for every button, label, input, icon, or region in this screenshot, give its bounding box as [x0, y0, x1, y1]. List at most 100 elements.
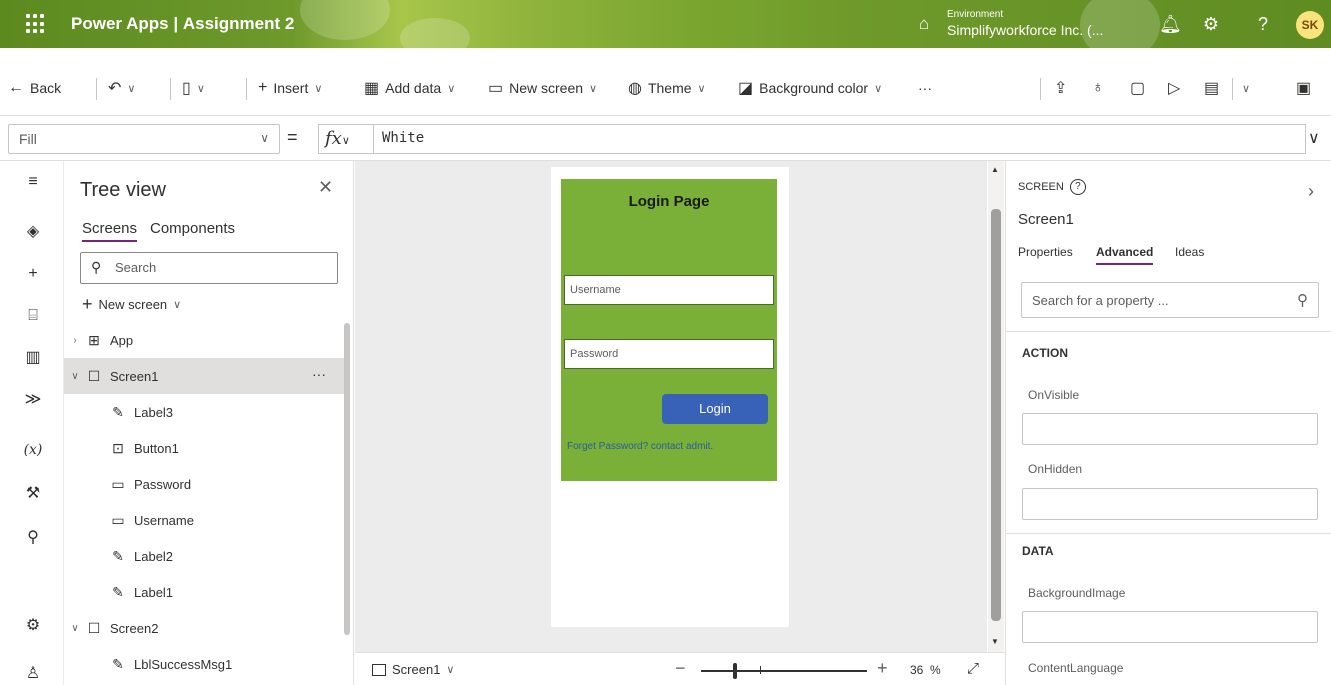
advanced-tools-icon[interactable]: ⚒ — [22, 483, 44, 505]
onhidden-input[interactable] — [1022, 488, 1318, 520]
background-color-button[interactable]: ◪ Background color ∨ — [738, 78, 882, 98]
login-title-label[interactable]: Login Page — [561, 193, 777, 210]
divider — [1040, 78, 1041, 100]
database-icon: ▦ — [364, 80, 380, 97]
tree-item-password[interactable]: ▭ Password — [64, 466, 346, 502]
waffle-icon[interactable] — [26, 14, 46, 34]
app-title: Power Apps | Assignment 2 — [71, 14, 295, 33]
tree-item-screen1[interactable]: ∨ ☐ Screen1 ··· — [64, 358, 346, 394]
environment-icon[interactable]: ⌂ — [914, 14, 934, 34]
search-icon[interactable]: ⚲ — [22, 527, 44, 549]
app-checker-icon[interactable]: ♁ — [1092, 78, 1104, 98]
tree-item-label3[interactable]: ✎ Label3 — [64, 394, 346, 430]
expand-formula-icon[interactable]: ∨ — [1308, 128, 1320, 148]
scroll-down-icon[interactable]: ▼ — [991, 637, 999, 646]
tab-ideas[interactable]: Ideas — [1175, 245, 1204, 259]
onvisible-input[interactable] — [1022, 413, 1318, 445]
formula-bar: Fill ∨ = fx∨ White ∨ — [0, 116, 1331, 161]
preview-play-icon[interactable]: ▷ — [1168, 78, 1180, 98]
tree-item-username[interactable]: ▭ Username — [64, 502, 346, 538]
fx-button[interactable]: fx∨ — [318, 124, 374, 154]
close-icon[interactable]: ✕ — [318, 177, 333, 198]
virtual-agent-icon[interactable]: ♙ — [22, 663, 44, 685]
status-bar: Screen1 ∨ − + 36 % ⤢ — [355, 652, 1005, 685]
login-button[interactable]: Login — [662, 394, 768, 424]
divider — [1232, 78, 1233, 100]
design-canvas[interactable]: Login Page Username Password Login Forge… — [355, 161, 987, 652]
save-options-chevron-icon[interactable]: ∨ — [1242, 78, 1250, 98]
bell-icon[interactable]: 🔔︎ — [1159, 13, 1182, 35]
section-action: ACTION — [1022, 346, 1068, 360]
tab-properties[interactable]: Properties — [1018, 245, 1073, 259]
scroll-thumb[interactable] — [991, 209, 1001, 621]
zoom-out-button[interactable]: − — [675, 658, 686, 679]
formula-input[interactable]: White — [374, 124, 1306, 154]
property-search-input[interactable]: Search for a property ... ⚲ — [1021, 282, 1319, 318]
chevron-down-icon: ∨ — [874, 82, 883, 95]
zoom-slider-tick — [760, 666, 761, 674]
gear-icon[interactable]: ⚙ — [1200, 13, 1222, 35]
backgroundimage-input[interactable] — [1022, 611, 1318, 643]
tab-advanced[interactable]: Advanced — [1096, 245, 1154, 265]
publish-icon[interactable]: ▣ — [1296, 78, 1311, 98]
scroll-up-icon[interactable]: ▲ — [991, 165, 999, 174]
tree-item-label1[interactable]: ✎ Label1 — [64, 574, 346, 610]
environment-label: Environment — [947, 9, 1004, 20]
fit-to-window-icon[interactable]: ⤢ — [967, 660, 979, 677]
screen-selector[interactable]: Screen1 ∨ — [372, 662, 454, 677]
more-commands-button[interactable]: ··· — [918, 78, 932, 98]
label-icon: ✎ — [112, 547, 124, 564]
forget-password-label[interactable]: Forget Password? contact admit. — [567, 441, 713, 452]
screen-preview[interactable]: Login Page Username Password Login Forge… — [551, 167, 789, 627]
tree-item-screen2[interactable]: ∨ ☐ Screen2 — [64, 610, 346, 646]
top-bar: Power Apps | Assignment 2 ⌂ Environment … — [0, 0, 1331, 48]
chevron-right-icon[interactable]: › — [1308, 181, 1314, 202]
canvas-scrollbar[interactable]: ▲ ▼ — [988, 161, 1004, 652]
comments-icon[interactable]: ▢ — [1130, 78, 1145, 98]
share-icon[interactable]: ⇪ — [1054, 78, 1067, 98]
environment-value[interactable]: Simplifyworkforce Inc. (... — [947, 22, 1103, 38]
chevron-down-icon: ∨ — [71, 370, 79, 382]
settings-gear-icon[interactable]: ⚙ — [22, 615, 44, 637]
paint-bucket-icon: ◪ — [738, 80, 754, 97]
login-container[interactable]: Login Page Username Password Login Forge… — [561, 179, 777, 481]
save-icon[interactable]: ▤ — [1204, 78, 1219, 98]
more-options-icon[interactable]: ··· — [312, 366, 326, 382]
tree-item-label2[interactable]: ✎ Label2 — [64, 538, 346, 574]
zoom-slider-thumb[interactable] — [733, 663, 737, 679]
avatar[interactable]: SK — [1296, 11, 1324, 39]
insert-plus-icon[interactable]: + — [22, 263, 44, 285]
button-icon: ⊡ — [112, 439, 124, 456]
help-icon[interactable]: ? — [1252, 13, 1274, 35]
data-icon[interactable]: ⌸ — [22, 305, 44, 327]
chevron-down-icon: ∨ — [196, 82, 205, 95]
tree-search-input[interactable]: ⚲ Search — [80, 252, 338, 284]
new-screen-icon: ▭ — [488, 80, 504, 97]
tree-item-button1[interactable]: ⊡ Button1 — [64, 430, 346, 466]
username-input[interactable]: Username — [564, 275, 774, 305]
help-icon[interactable]: ? — [1069, 179, 1086, 195]
screen-icon — [372, 663, 386, 676]
tree-item-app[interactable]: › ⊞ App — [64, 322, 346, 358]
menu-icon[interactable]: ≡ — [22, 171, 44, 193]
zoom-slider[interactable] — [701, 670, 867, 672]
tab-components[interactable]: Components — [150, 220, 235, 237]
tree-scrollbar[interactable] — [344, 323, 350, 635]
back-button[interactable]: ← Back — [8, 78, 61, 98]
power-automate-icon[interactable]: ≫ — [22, 389, 44, 411]
undo-button[interactable]: ↶ ∨ — [108, 78, 135, 98]
password-input[interactable]: Password — [564, 339, 774, 369]
new-screen-button[interactable]: ▭ New screen ∨ — [488, 78, 597, 98]
layers-icon[interactable]: ◈ — [22, 221, 44, 243]
media-icon[interactable]: ▥ — [22, 347, 44, 369]
insert-button[interactable]: + Insert ∨ — [258, 78, 322, 98]
property-dropdown[interactable]: Fill ∨ — [8, 124, 280, 154]
variables-icon[interactable]: (x) — [22, 439, 44, 461]
new-screen-link[interactable]: + New screen ∨ — [82, 294, 181, 315]
tab-screens[interactable]: Screens — [82, 220, 138, 242]
add-data-button[interactable]: ▦ Add data ∨ — [364, 78, 455, 98]
zoom-in-button[interactable]: + — [877, 658, 888, 679]
paste-button[interactable]: ▯ ∨ — [182, 78, 205, 98]
theme-button[interactable]: ◍ Theme ∨ — [628, 78, 706, 98]
tree-item-lblsuccessmsg1[interactable]: ✎ LblSuccessMsg1 — [64, 646, 346, 682]
